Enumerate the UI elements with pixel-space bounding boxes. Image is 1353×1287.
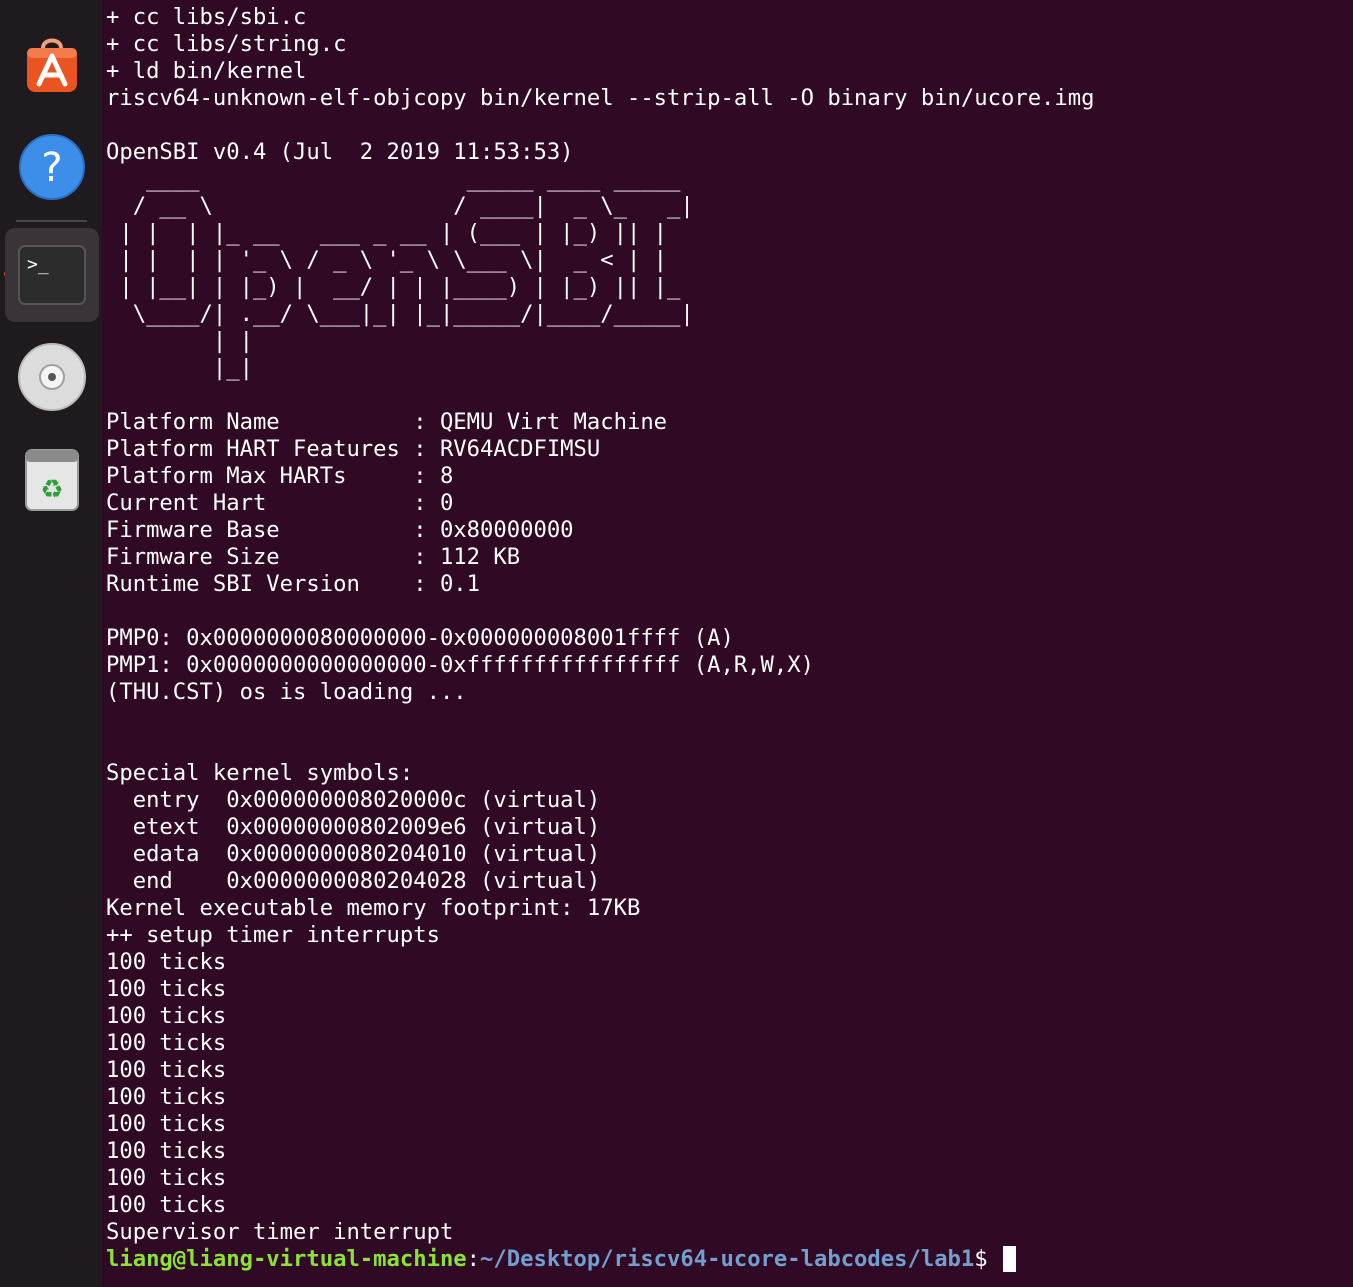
prompt-path: ~/Desktop/riscv64-ucore-labcodes/lab1: [480, 1246, 975, 1272]
terminal-line: edata 0x0000000080204010 (virtual): [106, 841, 601, 867]
terminal-line: ____ _____ ____ _____: [106, 166, 681, 192]
terminal-line: OpenSBI v0.4 (Jul 2 2019 11:53:53): [106, 139, 574, 165]
help-icon: ?: [19, 134, 85, 200]
terminal-line: (THU.CST) os is loading ...: [106, 679, 467, 705]
dock-item-terminal[interactable]: >_: [5, 228, 99, 322]
terminal-line: 100 ticks: [106, 1030, 227, 1056]
terminal-line: 100 ticks: [106, 1003, 227, 1029]
terminal-line: Supervisor timer interrupt: [106, 1219, 454, 1245]
terminal-line: end 0x0000000080204028 (virtual): [106, 868, 601, 894]
terminal-line: Kernel executable memory footprint: 17KB: [106, 895, 641, 921]
terminal-line: Special kernel symbols:: [106, 760, 414, 786]
terminal-line: Platform Name : QEMU Virt Machine: [106, 409, 668, 435]
terminal-line: Firmware Base : 0x80000000: [106, 517, 574, 543]
terminal-line: 100 ticks: [106, 1165, 227, 1191]
terminal-line: + ld bin/kernel: [106, 58, 307, 84]
terminal-line: ++ setup timer interrupts: [106, 922, 440, 948]
shell-prompt[interactable]: liang@liang-virtual-machine:~/Desktop/ri…: [106, 1246, 1095, 1273]
text-cursor: [1003, 1246, 1016, 1272]
trash-icon: ♻: [25, 449, 79, 511]
terminal-line: | |: [106, 328, 253, 354]
prompt-user-host: liang@liang-virtual-machine: [106, 1246, 467, 1272]
terminal-line: + cc libs/string.c: [106, 31, 347, 57]
terminal-line: | |__| | |_) | __/ | | |____) | |_) || |…: [106, 274, 681, 300]
terminal-line: 100 ticks: [106, 1057, 227, 1083]
svg-text:?: ?: [41, 145, 62, 191]
terminal-line: | | | | '_ \ / _ \ '_ \ \___ \| _ < | |: [106, 247, 668, 273]
dvd-drive-icon: [18, 343, 86, 411]
terminal-icon: >_: [18, 245, 86, 305]
dock-item-trash[interactable]: ♻: [5, 432, 99, 526]
terminal-window[interactable]: + cc libs/sbi.c + cc libs/string.c + ld bi…: [102, 0, 1353, 1287]
terminal-line: riscv64-unknown-elf-objcopy bin/kernel -…: [106, 85, 1095, 111]
terminal-line: Platform HART Features : RV64ACDFIMSU: [106, 436, 601, 462]
terminal-line: / __ \ / ____| _ \_ _|: [106, 193, 694, 219]
dock-item-help[interactable]: ?: [5, 120, 99, 214]
terminal-line: etext 0x00000000802009e6 (virtual): [106, 814, 601, 840]
terminal-line: 100 ticks: [106, 1138, 227, 1164]
terminal-line: PMP1: 0x0000000000000000-0xfffffffffffff…: [106, 652, 814, 678]
terminal-line: Current Hart : 0: [106, 490, 454, 516]
dock-item-dvd-drive[interactable]: [5, 330, 99, 424]
svg-text:♻: ♻: [40, 475, 63, 505]
terminal-line: Runtime SBI Version : 0.1: [106, 571, 481, 597]
terminal-line: 100 ticks: [106, 949, 227, 975]
svg-text:>_: >_: [27, 254, 49, 275]
dock-item-ubuntu-software[interactable]: [5, 18, 99, 112]
terminal-line: 100 ticks: [106, 1084, 227, 1110]
prompt-colon: :: [466, 1246, 481, 1272]
ubuntu-software-icon: [27, 38, 77, 92]
terminal-line: PMP0: 0x0000000080000000-0x000000008001f…: [106, 625, 734, 651]
terminal-line: Platform Max HARTs : 8: [106, 463, 454, 489]
prompt-dollar: $: [974, 1246, 1001, 1272]
launcher-dock: ? >_ ♻: [0, 0, 102, 1287]
terminal-line: Firmware Size : 112 KB: [106, 544, 521, 570]
terminal-line: + cc libs/sbi.c: [106, 4, 307, 30]
terminal-line: | | | |_ __ ___ _ __ | (___ | |_) || |: [106, 220, 668, 246]
terminal-line: entry 0x000000008020000c (virtual): [106, 787, 601, 813]
terminal-line: |_|: [106, 355, 253, 381]
terminal-line: \____/| .__/ \___|_| |_|_____/|____/____…: [106, 301, 694, 327]
terminal-output: + cc libs/sbi.c + cc libs/string.c + ld bi…: [106, 4, 1095, 1273]
terminal-line: 100 ticks: [106, 976, 227, 1002]
dock-separator: [16, 220, 87, 222]
terminal-line: 100 ticks: [106, 1192, 227, 1218]
terminal-line: 100 ticks: [106, 1111, 227, 1137]
